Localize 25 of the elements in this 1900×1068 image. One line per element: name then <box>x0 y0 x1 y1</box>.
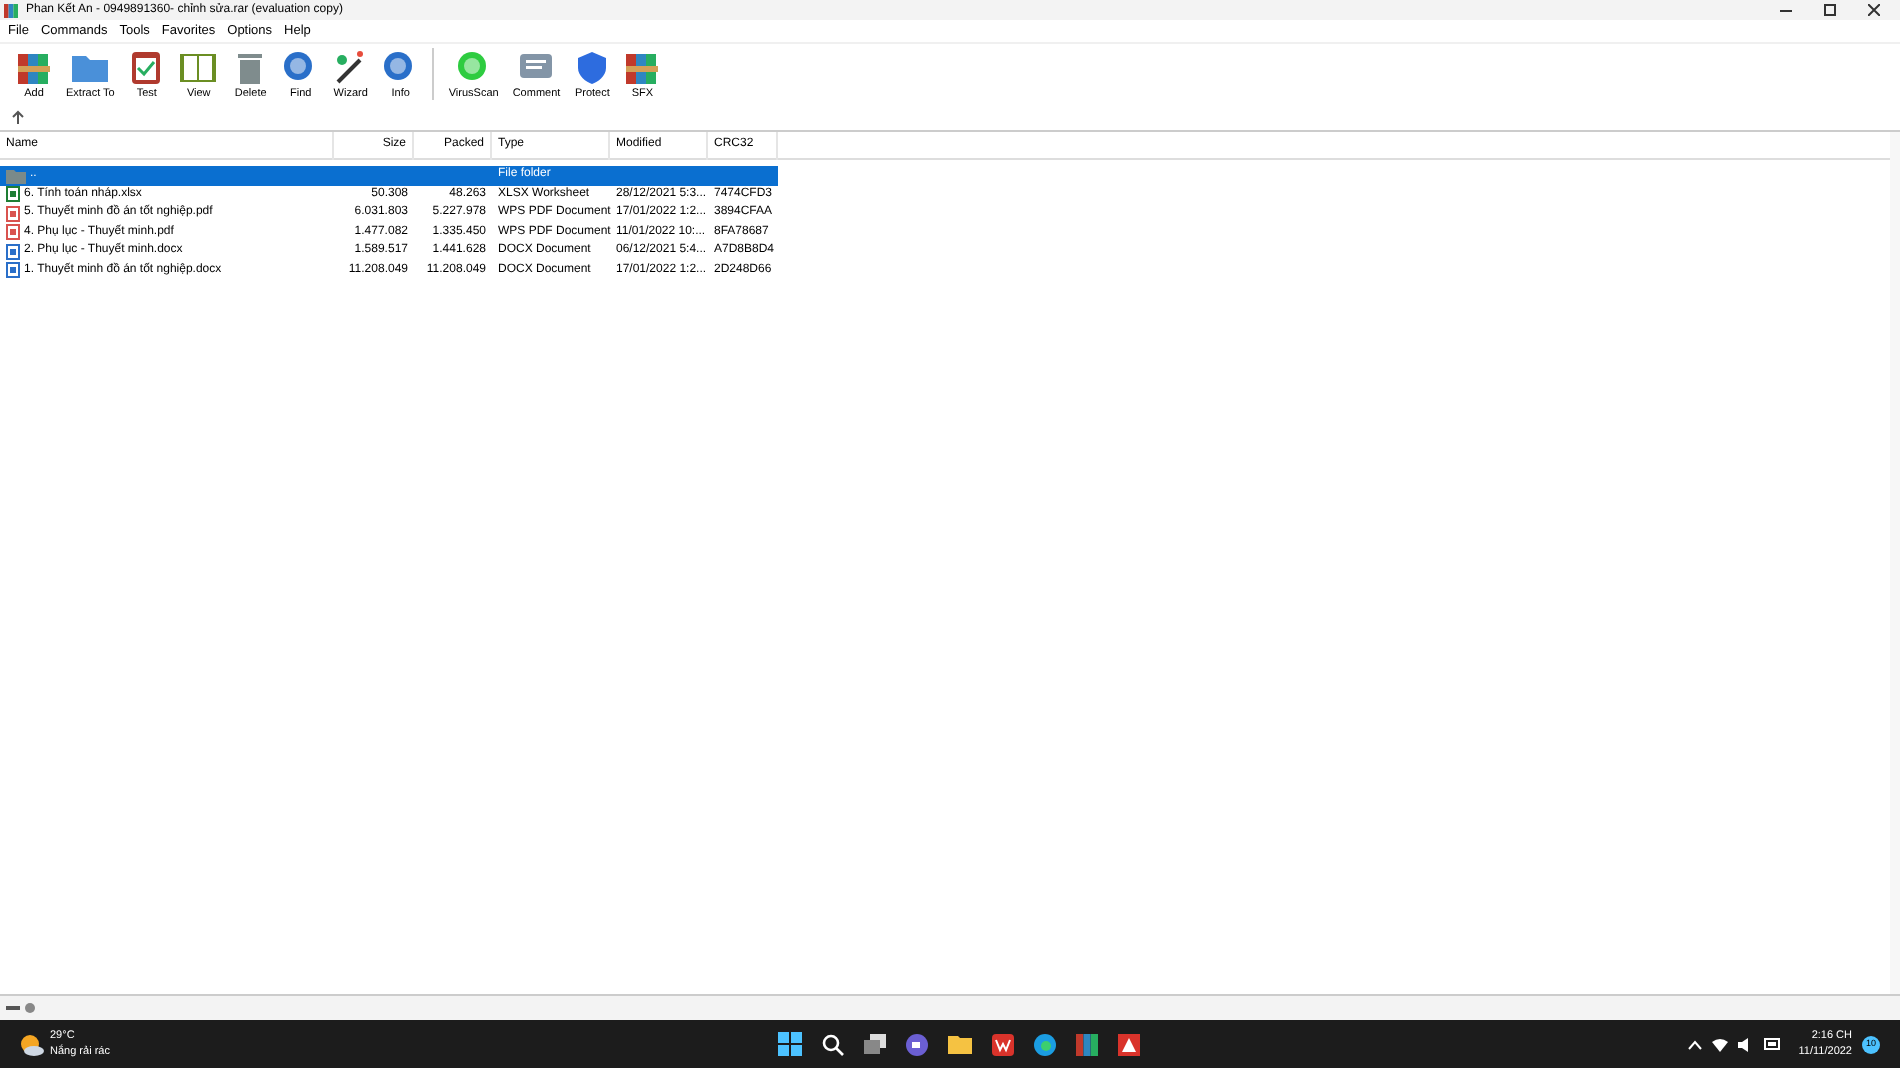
weather-sun-cloud-icon <box>20 1033 44 1055</box>
up-arrow-icon[interactable] <box>12 110 24 124</box>
minimize-icon <box>1780 9 1792 11</box>
office-app-icon[interactable] <box>992 1033 1015 1055</box>
archive-books-icon <box>16 49 52 86</box>
close-icon <box>1868 4 1880 16</box>
folder-icon[interactable] <box>948 1034 973 1054</box>
chevron-up-icon[interactable] <box>1688 1039 1703 1049</box>
browser-icon[interactable] <box>1034 1033 1057 1055</box>
video-chat-icon[interactable] <box>906 1033 929 1055</box>
restore-icon <box>1824 4 1836 16</box>
app-icon <box>4 3 18 17</box>
folder-icon <box>6 167 26 184</box>
shield-icon <box>574 49 611 86</box>
start-icon[interactable] <box>778 1032 803 1056</box>
checklist-icon <box>128 49 165 86</box>
task-view-icon[interactable] <box>864 1034 887 1054</box>
wand-icon <box>332 49 369 86</box>
pdf-app-icon[interactable] <box>1118 1033 1141 1055</box>
archive-books-icon <box>624 49 661 86</box>
archive-books-icon[interactable] <box>1076 1033 1099 1055</box>
battery-icon[interactable] <box>1764 1038 1783 1050</box>
drive-icon <box>6 1002 38 1014</box>
wifi-icon[interactable] <box>1712 1037 1729 1051</box>
book-icon <box>178 49 219 86</box>
